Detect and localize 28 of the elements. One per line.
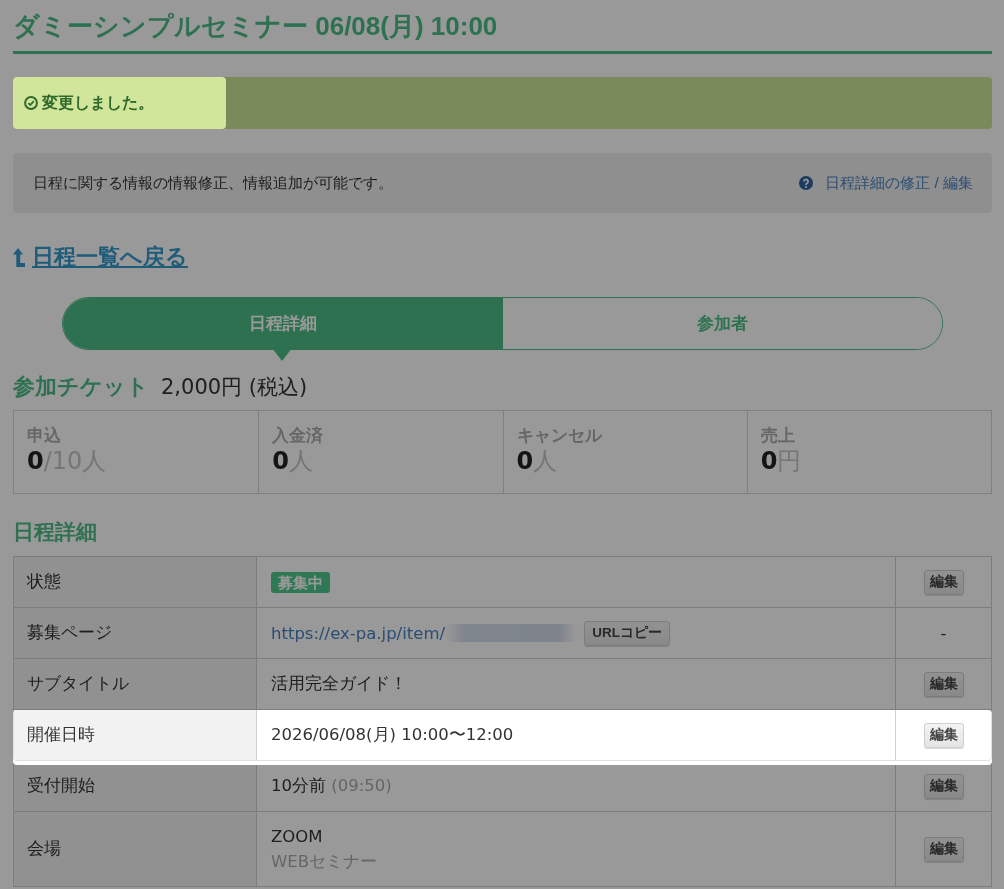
section-heading: 日程詳細 <box>13 519 98 545</box>
check-circle-icon <box>24 96 38 110</box>
page-title: ダミーシンプルセミナー 06/08(月) 10:00 <box>13 8 992 54</box>
help-icon <box>799 176 814 190</box>
edit-button[interactable]: 編集 <box>923 836 964 862</box>
table-cell: 活用完全ガイド！ <box>257 659 896 709</box>
cell-text: ZOOM <box>271 826 323 848</box>
edit-button[interactable]: 編集 <box>923 722 964 748</box>
back-link[interactable]: 日程一覧へ戻る <box>13 243 188 271</box>
ticket-heading: 参加チケット <box>13 374 149 401</box>
row-header-cell: 状態 <box>14 557 257 607</box>
edit-button[interactable]: 編集 <box>923 569 964 595</box>
url-link[interactable]: https://ex-pa.jp/item/ <box>271 623 445 643</box>
edit-button[interactable]: 編集 <box>923 773 964 799</box>
edit-button[interactable]: 編集 <box>923 671 964 697</box>
row-header-cell: 開催日時 <box>14 710 257 760</box>
ticket-price: 2,000円 (税込) <box>161 374 308 401</box>
row-header-cell: 募集ページ <box>14 608 257 658</box>
copy-url-button[interactable]: URLコピー <box>584 620 670 646</box>
table-cell-text: - <box>939 622 948 645</box>
status-badge: 募集中 <box>271 571 330 593</box>
up-arrow-icon <box>13 247 25 267</box>
row-header-cell: サブタイトル <box>14 659 257 709</box>
info-text: 日程に関する情報の情報修正、情報追加が可能です。 <box>33 172 393 193</box>
row-header-cell: 会場 <box>14 812 257 886</box>
toast-text: 変更しました。 <box>42 92 154 113</box>
help-link[interactable]: 日程詳細の修正 / 編集 <box>799 172 973 194</box>
table-cell: 2026/06/08(月) 10:00〜12:00 <box>257 710 896 760</box>
